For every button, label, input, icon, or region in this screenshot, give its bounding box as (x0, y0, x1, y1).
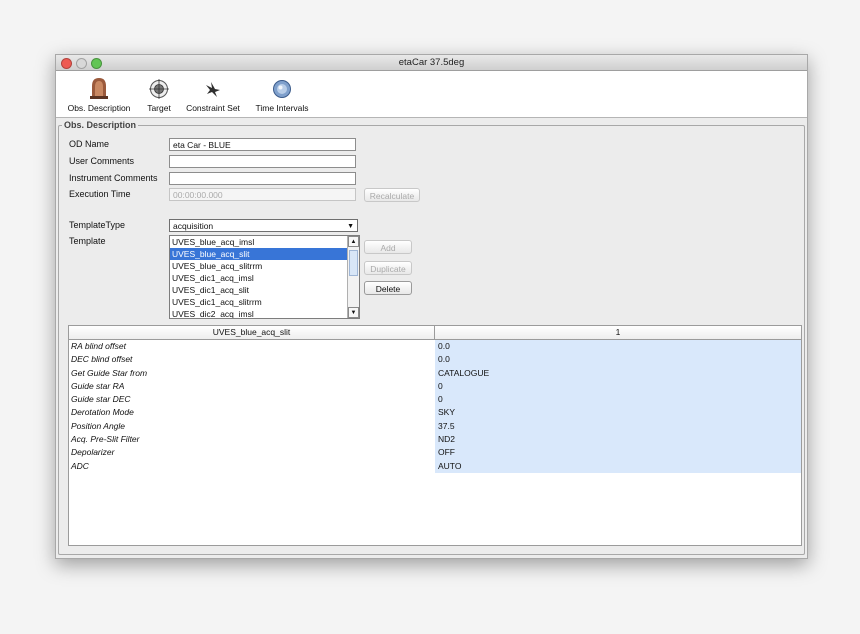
param-value[interactable]: 0.0 (435, 340, 801, 354)
minimize-window-button[interactable] (76, 58, 87, 69)
scrollbar-thumb[interactable] (349, 250, 358, 276)
toolbar-label-obs-description: Obs. Description (67, 103, 131, 113)
template-list-item[interactable]: UVES_dic1_acq_slitrrm (170, 296, 359, 308)
execution-time-label: Execution Time (69, 189, 131, 199)
table-row: Derotation Mode SKY (69, 406, 801, 420)
main-window: etaCar 37.5deg Obs. Description Target C… (55, 54, 808, 559)
param-value[interactable]: ND2 (435, 433, 801, 447)
template-list-item[interactable]: UVES_blue_acq_slitrrm (170, 260, 359, 272)
template-type-label: TemplateType (69, 220, 126, 230)
table-row: Position Angle 37.5 (69, 419, 801, 434)
toolbar-label-constraint-set: Constraint Set (186, 103, 240, 113)
scroll-down-icon[interactable]: ▼ (348, 307, 359, 318)
param-value[interactable]: 0 (435, 393, 801, 407)
template-list-item[interactable]: UVES_dic2_acq_imsl (170, 308, 359, 318)
template-list-item[interactable]: UVES_dic1_acq_slit (170, 284, 359, 296)
instrument-comments-input[interactable] (169, 172, 356, 185)
param-name: Guide star DEC (71, 394, 131, 405)
template-type-value: acquisition (173, 221, 214, 231)
toolbar: Obs. Description Target Constraint Set T… (56, 71, 807, 118)
instrument-comments-label: Instrument Comments (69, 173, 158, 183)
observer-icon (60, 77, 138, 99)
param-name: Get Guide Star from (71, 367, 148, 378)
param-name: Depolarizer (71, 447, 115, 458)
template-label: Template (69, 236, 106, 246)
template-parameters-table: UVES_blue_acq_slit 1 RA blind offset 0.0… (68, 325, 802, 546)
target-globe-icon (142, 77, 176, 99)
param-name: Acq. Pre-Slit Filter (71, 434, 140, 445)
duplicate-template-button[interactable]: Duplicate (364, 261, 412, 275)
chevron-down-icon: ▼ (347, 223, 354, 230)
title-bar[interactable]: etaCar 37.5deg (56, 55, 807, 71)
table-row: DEC blind offset 0.0 (69, 353, 801, 367)
table-row: Depolarizer OFF (69, 446, 801, 460)
table-row: Get Guide Star from CATALOGUE (69, 366, 801, 380)
param-name: Guide star RA (71, 380, 125, 391)
toolbar-time-intervals-button[interactable]: Time Intervals (250, 77, 314, 113)
param-value[interactable]: 37.5 (435, 419, 801, 434)
column-header-template[interactable]: UVES_blue_acq_slit (69, 326, 435, 339)
table-row: Guide star DEC 0 (69, 393, 801, 407)
param-name: ADC (71, 460, 89, 471)
toolbar-obs-description-button[interactable]: Obs. Description (60, 77, 138, 113)
toolbar-constraint-set-button[interactable]: Constraint Set (180, 77, 246, 113)
param-value[interactable]: AUTO (435, 459, 801, 473)
table-row: Acq. Pre-Slit Filter ND2 (69, 433, 801, 447)
obs-description-panel: Obs. Description OD Name eta Car - BLUE … (58, 120, 805, 555)
toolbar-label-target: Target (147, 103, 171, 113)
recalculate-button[interactable]: Recalculate (364, 188, 420, 202)
template-list-scrollbar[interactable]: ▲ ▼ (347, 236, 359, 318)
window-title: etaCar 37.5deg (398, 57, 465, 68)
zoom-window-button[interactable] (91, 58, 102, 69)
toolbar-target-button[interactable]: Target (142, 77, 176, 113)
time-intervals-icon (250, 77, 314, 99)
template-list[interactable]: UVES_blue_acq_imsl UVES_blue_acq_slit UV… (169, 235, 360, 319)
table-header: UVES_blue_acq_slit 1 (69, 326, 801, 340)
param-name: RA blind offset (71, 341, 126, 351)
table-row: ADC AUTO (69, 459, 801, 473)
add-template-button[interactable]: Add (364, 240, 412, 254)
template-type-select[interactable]: acquisition ▼ (169, 219, 358, 232)
constraint-icon (180, 77, 246, 99)
template-list-item-selected[interactable]: UVES_blue_acq_slit (170, 248, 359, 260)
od-name-input[interactable]: eta Car - BLUE (169, 138, 356, 151)
param-name: Derotation Mode (71, 407, 134, 418)
param-value[interactable]: 0 (435, 379, 801, 394)
toolbar-label-time-intervals: Time Intervals (255, 103, 309, 113)
column-header-index[interactable]: 1 (435, 326, 801, 339)
param-value[interactable]: OFF (435, 446, 801, 460)
od-name-label: OD Name (69, 139, 110, 149)
scroll-up-icon[interactable]: ▲ (348, 236, 359, 247)
param-name: DEC blind offset (71, 354, 133, 365)
execution-time-field: 00:00:00.000 (169, 188, 356, 201)
user-comments-label: User Comments (69, 156, 135, 166)
close-window-button[interactable] (61, 58, 72, 69)
delete-template-button[interactable]: Delete (364, 281, 412, 295)
param-value[interactable]: SKY (435, 406, 801, 420)
param-value[interactable]: CATALOGUE (435, 366, 801, 380)
window-controls (61, 58, 102, 69)
template-list-item[interactable]: UVES_dic1_acq_imsl (170, 272, 359, 284)
user-comments-input[interactable] (169, 155, 356, 168)
template-list-item[interactable]: UVES_blue_acq_imsl (170, 236, 359, 248)
table-row: RA blind offset 0.0 (69, 340, 801, 354)
panel-title: Obs. Description (62, 120, 139, 130)
param-name: Position Angle (71, 420, 126, 431)
param-value[interactable]: 0.0 (435, 353, 801, 367)
table-row: Guide star RA 0 (69, 379, 801, 394)
